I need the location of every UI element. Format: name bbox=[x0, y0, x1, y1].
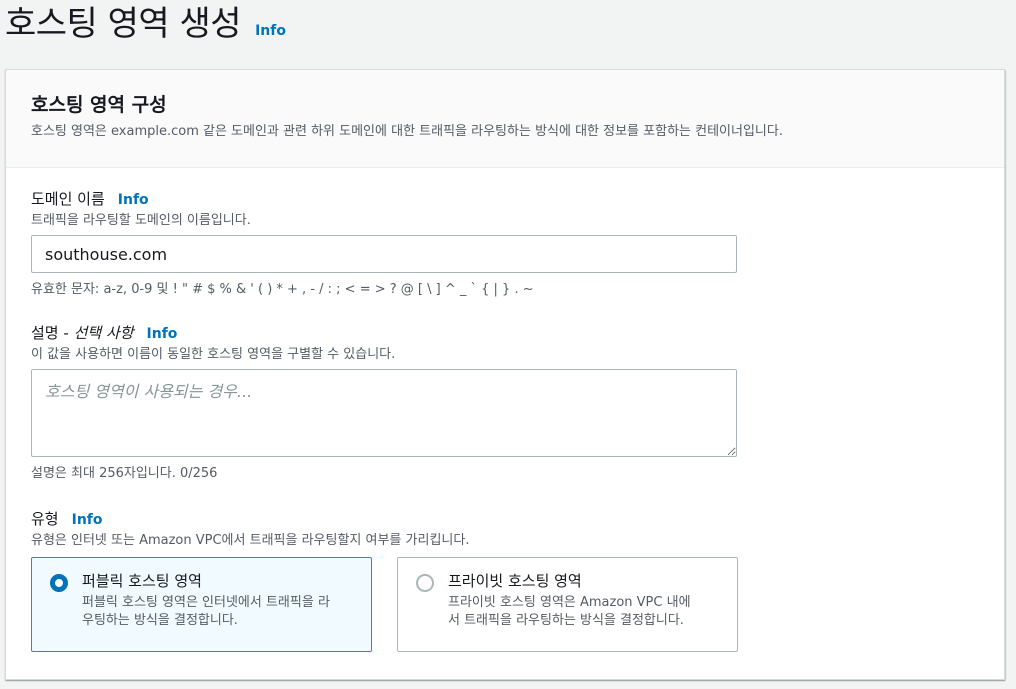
panel-description: 호스팅 영역은 example.com 같은 도메인과 관련 하위 도메인에 대… bbox=[31, 124, 783, 139]
panel-title: 호스팅 영역 구성 bbox=[31, 94, 167, 116]
domain-label-row: 도메인 이름 Info bbox=[31, 190, 979, 209]
public-tile-title: 퍼블릭 호스팅 영역 bbox=[82, 572, 202, 590]
public-tile-desc-line1: 퍼블릭 호스팅 영역은 인터넷에서 트래픽을 라 bbox=[82, 595, 330, 610]
page-info-link[interactable]: Info bbox=[255, 23, 286, 39]
description-field: 설명 - 선택 사항 Info 이 값을 사용하면 이름이 동일한 호스팅 영역… bbox=[31, 298, 979, 482]
type-field: 유형 Info 유형은 인터넷 또는 Amazon VPC에서 트래픽을 라우팅… bbox=[31, 482, 979, 652]
description-label: 설명 - 선택 사항 bbox=[31, 324, 134, 342]
domain-constraint: 유효한 문자: a-z, 0-9 및 ! " # $ % & ' ( ) * +… bbox=[31, 282, 534, 297]
domain-description: 트래픽을 라우팅할 도메인의 이름입니다. bbox=[31, 213, 251, 228]
panel-body: 도메인 이름 Info 트래픽을 라우팅할 도메인의 이름입니다. 유효한 문자… bbox=[6, 168, 1004, 652]
domain-label: 도메인 이름 bbox=[31, 190, 105, 208]
private-tile-text: 프라이빗 호스팅 영역 프라이빗 호스팅 영역은 Amazon VPC 내에 서… bbox=[448, 572, 691, 651]
private-tile-description: 프라이빗 호스팅 영역은 Amazon VPC 내에 서 트래픽을 라우팅하는 … bbox=[448, 594, 691, 630]
hosted-zone-config-panel: 호스팅 영역 구성 호스팅 영역은 example.com 같은 도메인과 관련… bbox=[5, 69, 1005, 680]
description-label-prefix: 설명 - bbox=[31, 324, 74, 342]
public-radio-button[interactable] bbox=[50, 574, 68, 592]
description-label-row: 설명 - 선택 사항 Info bbox=[31, 324, 979, 343]
private-hosted-zone-tile[interactable]: 프라이빗 호스팅 영역 프라이빗 호스팅 영역은 Amazon VPC 내에 서… bbox=[397, 557, 738, 652]
private-tile-desc-line1: 프라이빗 호스팅 영역은 Amazon VPC 내에 bbox=[448, 595, 691, 610]
type-info-link[interactable]: Info bbox=[72, 511, 103, 529]
description-constraint: 설명은 최대 256자입니다. 0/256 bbox=[31, 466, 218, 481]
description-textarea[interactable] bbox=[31, 369, 737, 457]
page-header: 호스팅 영역 생성 Info bbox=[5, 2, 286, 46]
type-description: 유형은 인터넷 또는 Amazon VPC에서 트래픽을 라우팅할지 여부를 가… bbox=[31, 533, 470, 548]
panel-header: 호스팅 영역 구성 호스팅 영역은 example.com 같은 도메인과 관련… bbox=[6, 70, 1004, 168]
type-tiles: 퍼블릭 호스팅 영역 퍼블릭 호스팅 영역은 인터넷에서 트래픽을 라 우팅하는… bbox=[31, 557, 979, 652]
public-tile-description: 퍼블릭 호스팅 영역은 인터넷에서 트래픽을 라 우팅하는 방식을 결정합니다. bbox=[82, 594, 330, 630]
type-label: 유형 bbox=[31, 510, 59, 528]
domain-name-input[interactable] bbox=[31, 235, 737, 273]
type-label-row: 유형 Info bbox=[31, 510, 979, 529]
private-tile-desc-line2: 서 트래픽을 라우팅하는 방식을 결정합니다. bbox=[448, 613, 684, 628]
domain-field: 도메인 이름 Info 트래픽을 라우팅할 도메인의 이름입니다. 유효한 문자… bbox=[31, 168, 979, 298]
description-description: 이 값을 사용하면 이름이 동일한 호스팅 영역을 구별할 수 있습니다. bbox=[31, 347, 396, 362]
description-info-link[interactable]: Info bbox=[147, 325, 178, 343]
page-title: 호스팅 영역 생성 bbox=[5, 4, 242, 44]
domain-info-link[interactable]: Info bbox=[118, 191, 149, 209]
public-tile-text: 퍼블릭 호스팅 영역 퍼블릭 호스팅 영역은 인터넷에서 트래픽을 라 우팅하는… bbox=[82, 572, 330, 651]
private-tile-title: 프라이빗 호스팅 영역 bbox=[448, 572, 582, 590]
description-label-optional: 선택 사항 bbox=[73, 324, 134, 342]
public-tile-desc-line2: 우팅하는 방식을 결정합니다. bbox=[82, 613, 238, 628]
private-radio-button[interactable] bbox=[416, 574, 434, 592]
public-hosted-zone-tile[interactable]: 퍼블릭 호스팅 영역 퍼블릭 호스팅 영역은 인터넷에서 트래픽을 라 우팅하는… bbox=[31, 557, 372, 652]
